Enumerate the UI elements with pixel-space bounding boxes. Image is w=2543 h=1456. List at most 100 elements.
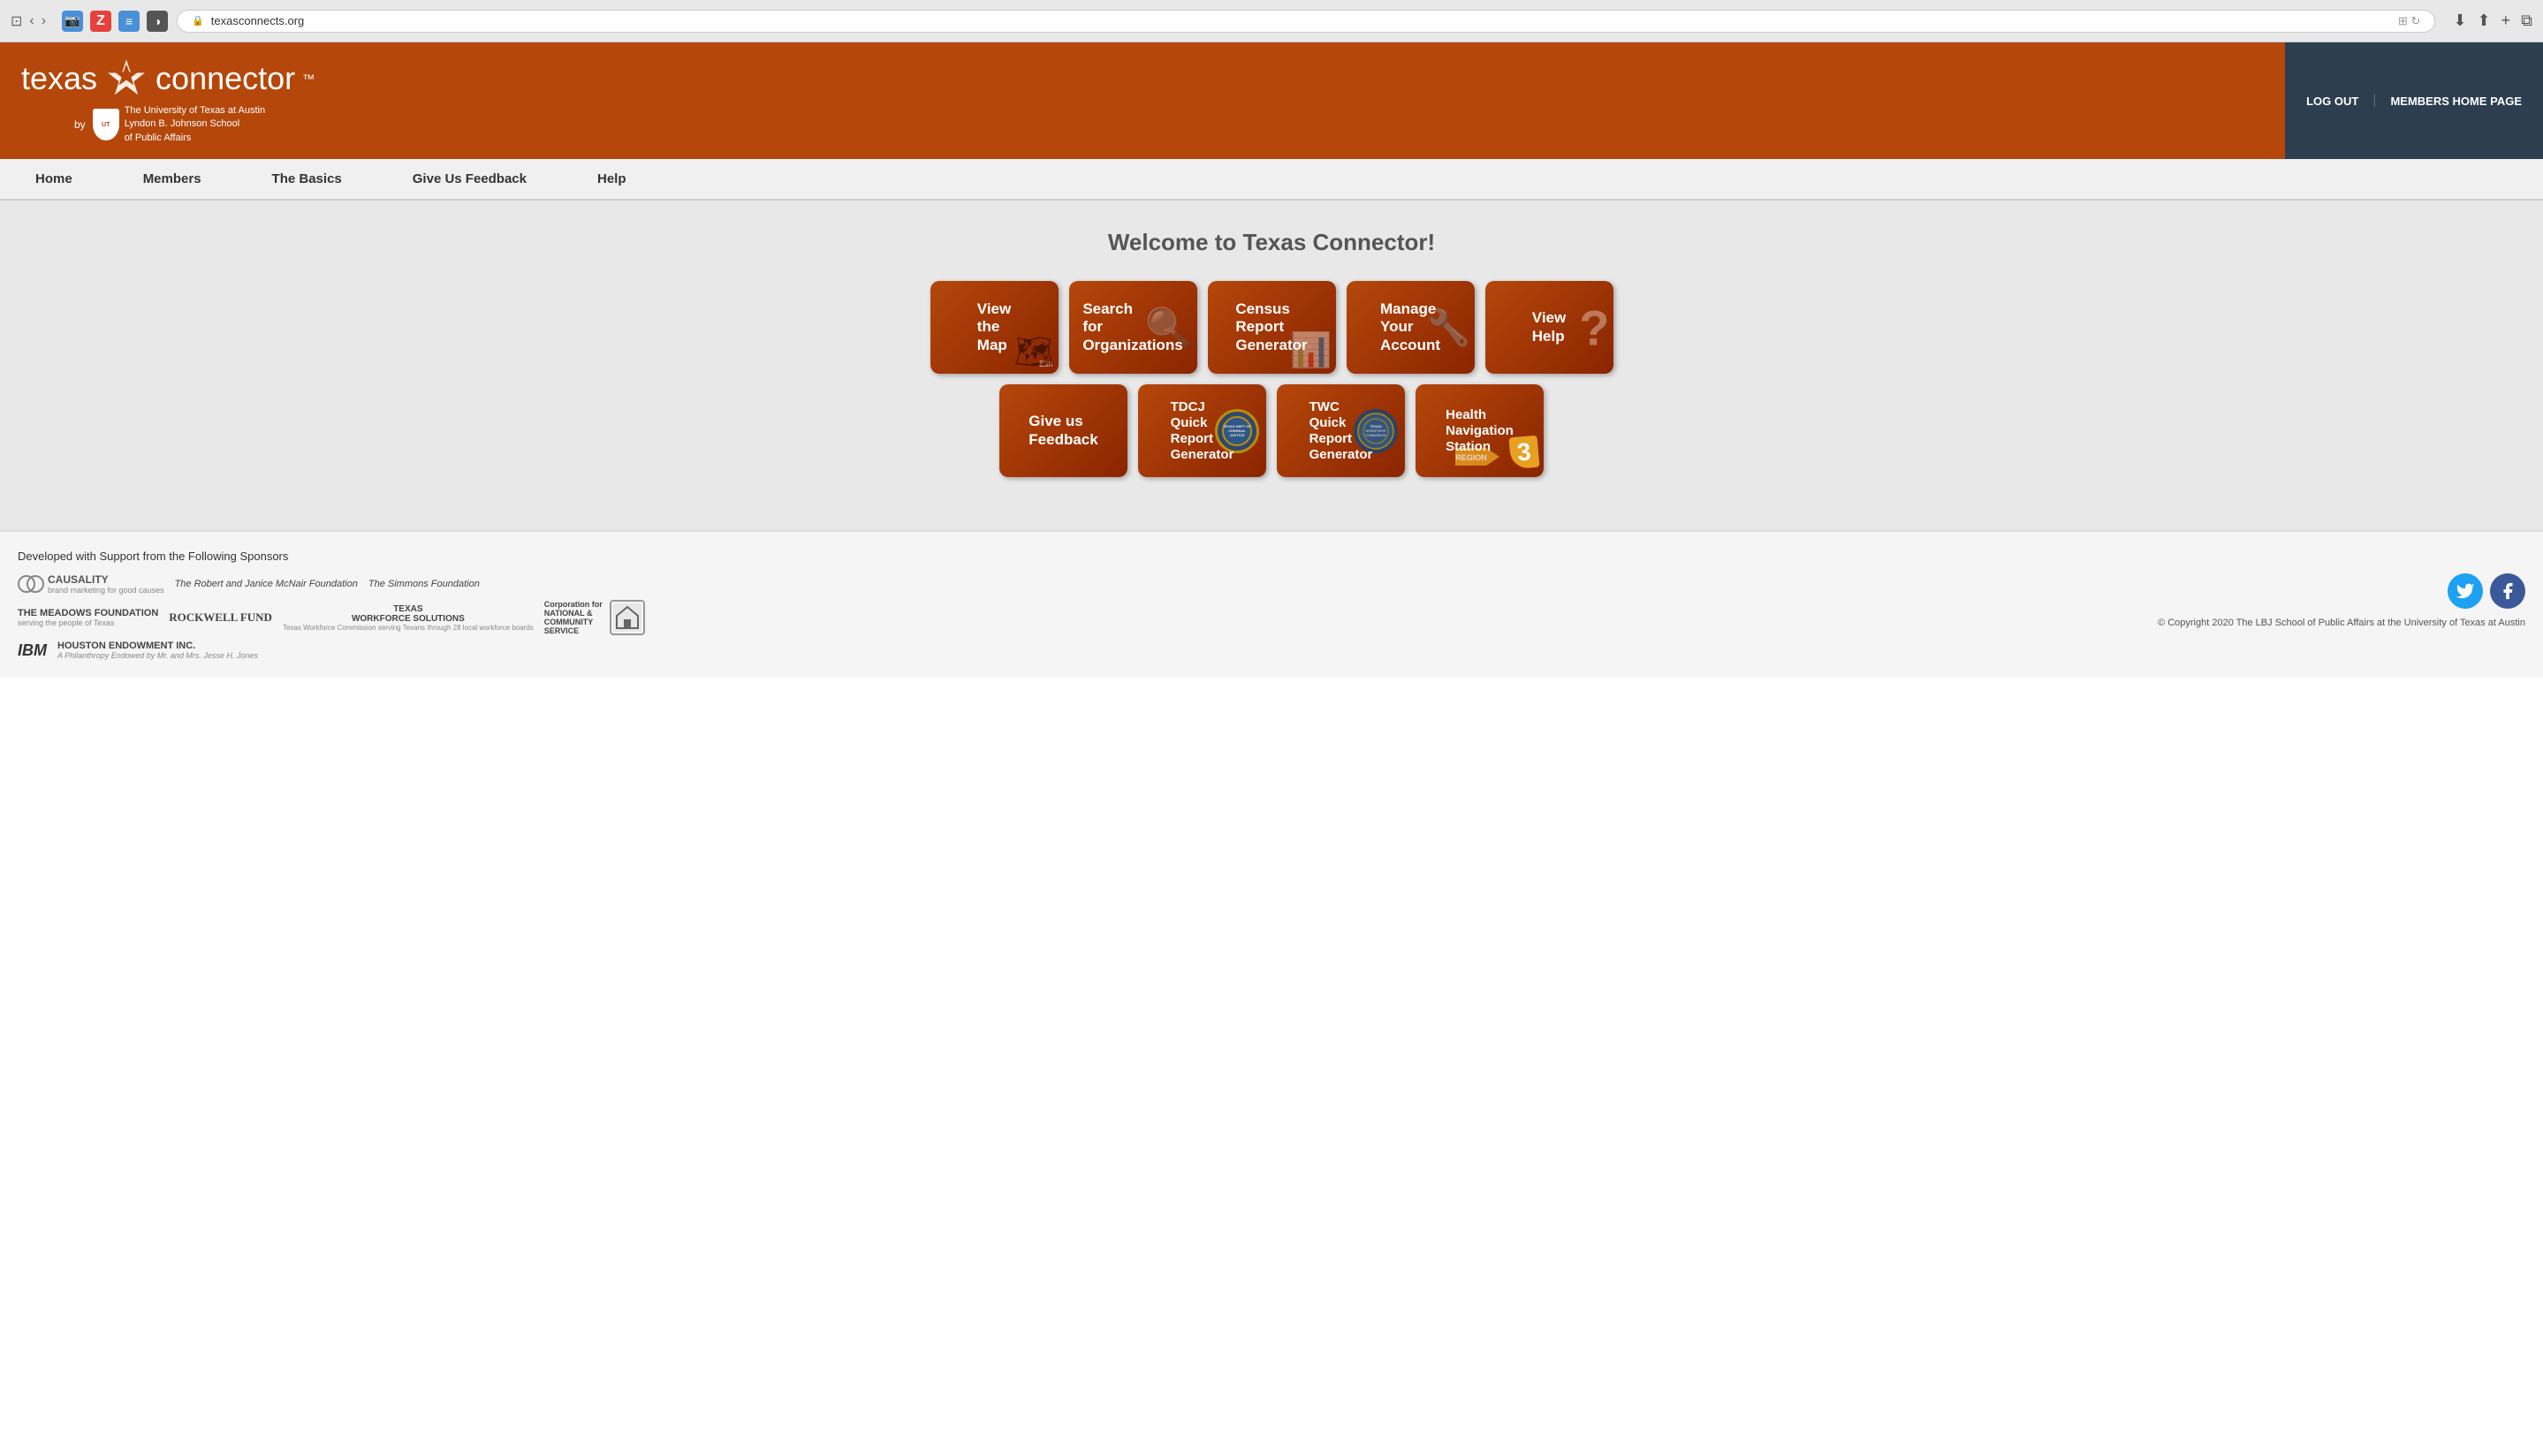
svg-text:REGION: REGION	[1455, 453, 1487, 462]
tile-view-map-icon: 🗺	[1014, 333, 1055, 370]
nav-bar[interactable]: Home Members The Basics Give Us Feedback…	[0, 159, 2543, 201]
nav-item-home[interactable]: Home	[0, 159, 108, 199]
tile-twc-report[interactable]: TWCQuickReportGenerator TEXAS WORKFORCE …	[1277, 384, 1405, 477]
tile-view-help[interactable]: ViewHelp ?	[1485, 281, 1613, 374]
tile-twc-label: TWCQuickReportGenerator	[1309, 399, 1373, 463]
nav-item-feedback[interactable]: Give Us Feedback	[377, 159, 562, 199]
nav-item-basics[interactable]: The Basics	[237, 159, 377, 199]
sidebar-toggle-button[interactable]: ⊡	[11, 12, 22, 30]
ibm-sponsor: IBM	[18, 641, 47, 660]
logo-area: texas connector ™ by UT The University o…	[0, 42, 2285, 159]
rockwell-sponsor: ROCKWELL FUND	[169, 610, 272, 625]
tile-health-nav[interactable]: HealthNavigationStation 3 REGION	[1416, 384, 1544, 477]
twitter-icon[interactable]	[2448, 573, 2483, 609]
main-content: Welcome to Texas Connector! ViewtheMap 🗺…	[0, 201, 2543, 530]
browser-extension-icons[interactable]: 📷 Z ≡ ◑	[62, 11, 168, 32]
logo-connector: connector	[156, 60, 295, 97]
logo-tm: ™	[302, 72, 315, 86]
sponsor-row-2: THE MEADOWS FOUNDATION serving the peopl…	[18, 600, 2144, 635]
meadows-name: THE MEADOWS FOUNDATION	[18, 608, 158, 618]
causality-name: CAUSALITY	[48, 573, 164, 586]
welcome-title: Welcome to Texas Connector!	[18, 229, 2525, 256]
tile-view-map[interactable]: ViewtheMap 🗺 Esri	[930, 281, 1059, 374]
tile-grid: ViewtheMap 🗺 Esri SearchforOrganizations…	[936, 281, 1607, 477]
stack-extension-icon[interactable]: ≡	[118, 11, 140, 32]
causality-logo-icon	[18, 573, 44, 595]
social-icons[interactable]	[2158, 573, 2525, 609]
tile-health-label: HealthNavigationStation	[1446, 407, 1514, 455]
sponsors-title: Developed with Support from the Followin…	[18, 550, 2525, 563]
tile-row-1: ViewtheMap 🗺 Esri SearchforOrganizations…	[930, 281, 1613, 374]
members-home-link[interactable]: MEMBERS HOME PAGE	[2390, 95, 2522, 108]
sponsor-row-3: IBM HOUSTON ENDOWMENT INC. A Philanthrop…	[18, 641, 2144, 660]
tile-tdcj-report[interactable]: TDCJQuickReportGenerator TEXAS DEPT OF C…	[1138, 384, 1266, 477]
tile-search-orgs[interactable]: SearchforOrganizations 🔍	[1069, 281, 1197, 374]
z-extension-icon[interactable]: Z	[90, 11, 111, 32]
copyright-text: © Copyright 2020 The LBJ School of Publi…	[2158, 616, 2525, 631]
logo-by-lbj: by UT The University of Texas at Austin …	[74, 104, 2264, 145]
meadows-sponsor: THE MEADOWS FOUNDATION serving the peopl…	[18, 608, 158, 627]
tile-tdcj-label: TDCJQuickReportGenerator	[1171, 399, 1234, 463]
download-button[interactable]: ⬇	[2453, 11, 2466, 30]
nc-logo	[610, 600, 645, 635]
region-badge: 3	[1509, 436, 1540, 470]
causality-sub: brand marketing for good causes	[48, 586, 164, 595]
tile-feedback-label: Give usFeedback	[1029, 413, 1097, 449]
tab-overview-button[interactable]: ⧉	[2521, 11, 2532, 30]
lbj-logo: UT The University of Texas at Austin Lyn…	[93, 104, 265, 145]
tile-help-icon: ?	[1579, 299, 1609, 356]
shield-extension-icon[interactable]: ◑	[147, 11, 168, 32]
lbj-shield-icon: UT	[93, 109, 119, 140]
logout-link[interactable]: LOG OUT	[2306, 95, 2358, 108]
logo-star-icon	[104, 57, 148, 101]
tws-name: TEXASWORKFORCE SOLUTIONS	[283, 604, 534, 624]
sponsor-row-1: CAUSALITY brand marketing for good cause…	[18, 573, 2144, 595]
tile-give-feedback[interactable]: Give usFeedback	[999, 384, 1127, 477]
lbj-school-text: The University of Texas at Austin Lyndon…	[125, 104, 265, 145]
tile-view-map-label: ViewtheMap	[977, 300, 1011, 354]
new-tab-button[interactable]: +	[2501, 11, 2511, 30]
logo-by-text: by	[74, 118, 86, 131]
tile-manage-account[interactable]: ManageYourAccount 🔧	[1347, 281, 1475, 374]
nav-item-members[interactable]: Members	[108, 159, 237, 199]
neighborhood-centers-icon	[613, 603, 641, 632]
cncs-sponsor: Corporation forNATIONAL &COMMUNITYSERVIC…	[544, 600, 645, 635]
tile-manage-label: ManageYourAccount	[1380, 300, 1440, 354]
nav-divider: |	[2372, 93, 2376, 109]
share-button[interactable]: ⬆	[2478, 11, 2491, 30]
lock-icon: 🔒	[192, 15, 204, 27]
reader-mode-icon[interactable]: ⊞ ↻	[2398, 14, 2420, 28]
simmons-sponsor: The Simmons Foundation	[368, 579, 480, 589]
mcnair-sponsor: The Robert and Janice McNair Foundation	[175, 579, 358, 589]
sponsor-list: CAUSALITY brand marketing for good cause…	[18, 573, 2144, 660]
meadows-sub: serving the people of Texas	[18, 618, 158, 627]
cncs-name: Corporation forNATIONAL &COMMUNITYSERVIC…	[544, 600, 603, 635]
houston-endowment-name: HOUSTON ENDOWMENT INC.	[57, 641, 258, 651]
footer-right: © Copyright 2020 The LBJ School of Publi…	[2158, 573, 2525, 631]
logo-texas: texas	[21, 60, 97, 97]
houston-endowment-sub: A Philanthropy Endowed by Mr. and Mrs. J…	[57, 651, 258, 660]
forward-button[interactable]: ›	[42, 13, 46, 29]
browser-controls[interactable]: ⊡ ‹ ›	[11, 12, 46, 30]
header-nav-right[interactable]: LOG OUT | MEMBERS HOME PAGE	[2285, 42, 2543, 159]
tile-census-label: CensusReportGenerator	[1235, 300, 1307, 354]
footer: Developed with Support from the Followin…	[0, 530, 2543, 678]
facebook-icon[interactable]	[2490, 573, 2525, 609]
tile-search-orgs-label: SearchforOrganizations	[1082, 300, 1182, 354]
camera-extension-icon[interactable]: 📷	[62, 11, 83, 32]
tile-row-2: Give usFeedback TDCJQuickReportGenerator…	[999, 384, 1544, 477]
browser-chrome: ⊡ ‹ › 📷 Z ≡ ◑ 🔒 texasconnects.org ⊞ ↻ ⬇ …	[0, 0, 2543, 42]
tile-help-label: ViewHelp	[1532, 309, 1566, 345]
url-text: texasconnects.org	[211, 14, 305, 27]
houston-endowment-sponsor: HOUSTON ENDOWMENT INC. A Philanthropy En…	[57, 641, 258, 660]
back-button[interactable]: ‹	[29, 13, 34, 29]
tws-sub: Texas Workforce Commission serving Texan…	[283, 624, 534, 632]
browser-right-controls[interactable]: ⬇ ⬆ + ⧉	[2453, 11, 2532, 30]
site-header: texas connector ™ by UT The University o…	[0, 42, 2543, 159]
nav-item-help[interactable]: Help	[562, 159, 662, 199]
tws-sponsor: TEXASWORKFORCE SOLUTIONS Texas Workforce…	[283, 604, 534, 632]
mcnair-name: The Robert and Janice McNair Foundation	[175, 579, 358, 589]
address-bar[interactable]: 🔒 texasconnects.org ⊞ ↻	[177, 10, 2435, 33]
logo-text: texas connector ™	[21, 57, 2264, 101]
tile-census-report[interactable]: CensusReportGenerator 📊	[1208, 281, 1336, 374]
